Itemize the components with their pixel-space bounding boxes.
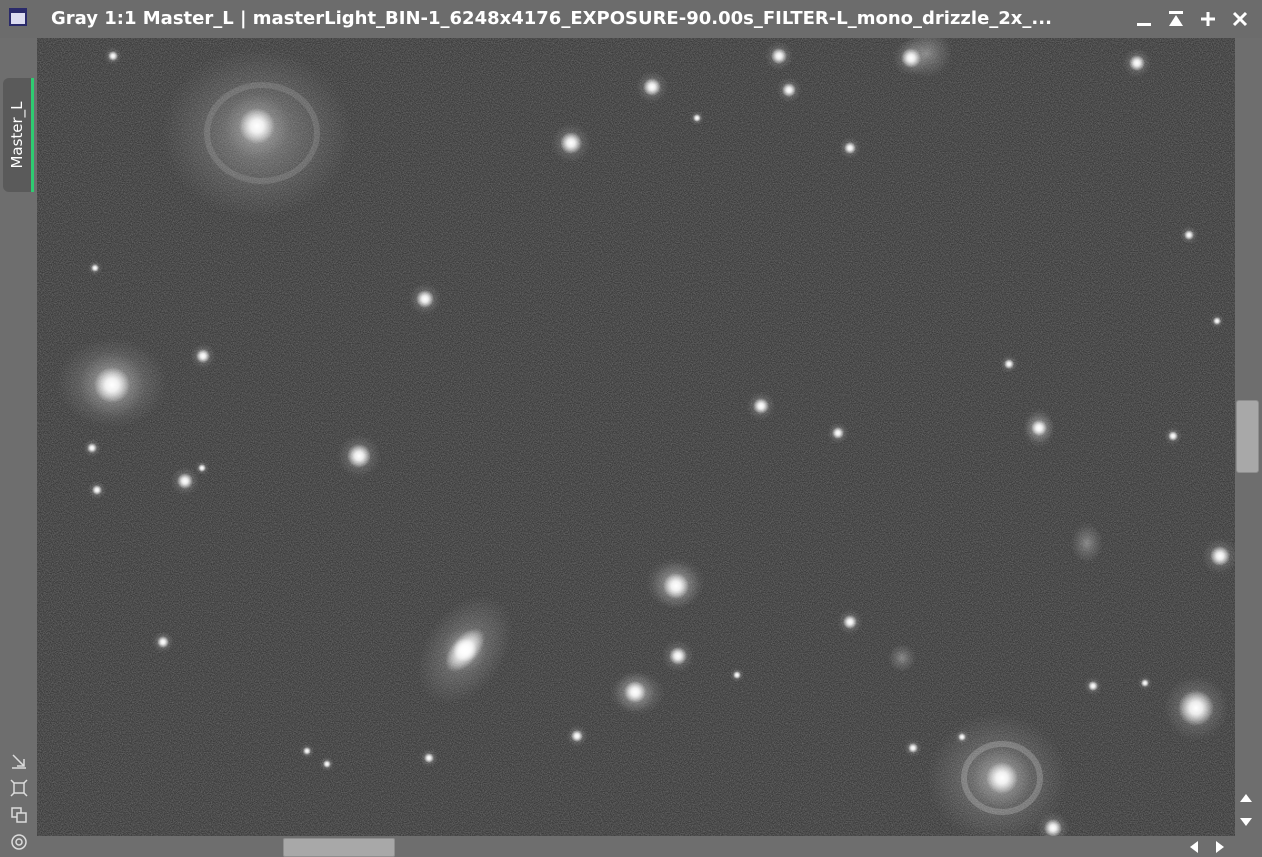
star — [198, 464, 206, 472]
star — [1088, 681, 1098, 691]
star — [908, 743, 918, 753]
star — [1178, 690, 1214, 726]
star — [844, 142, 856, 154]
star — [958, 733, 966, 741]
star — [87, 443, 97, 453]
star — [832, 427, 844, 439]
star — [1213, 317, 1221, 325]
shade-icon — [1169, 11, 1183, 26]
star — [239, 108, 275, 144]
scroll-left-button[interactable] — [1187, 840, 1201, 854]
minimize-icon — [1137, 23, 1151, 26]
star — [177, 473, 193, 489]
star — [91, 264, 99, 272]
star — [1004, 359, 1014, 369]
window-title: Gray 1:1 Master_L | masterLight_BIN-1_62… — [51, 8, 1052, 29]
star — [347, 444, 371, 468]
scroll-down-button[interactable] — [1238, 815, 1254, 829]
view-sidebar: Master_L — [0, 38, 37, 855]
astro-image — [37, 38, 1235, 836]
clone-button[interactable] — [9, 805, 29, 825]
star — [663, 573, 689, 599]
window-icon[interactable] — [9, 8, 27, 26]
resize-button[interactable] — [9, 751, 29, 771]
view-tab-master-l[interactable]: Master_L — [3, 78, 34, 192]
target-icon — [11, 834, 27, 850]
star — [416, 290, 434, 308]
minimize-button[interactable] — [1131, 6, 1157, 32]
galaxy-halo — [888, 644, 916, 672]
star — [571, 730, 583, 742]
scroll-up-button[interactable] — [1238, 791, 1254, 805]
close-button[interactable] — [1227, 6, 1253, 32]
star — [901, 48, 921, 68]
star — [624, 681, 646, 703]
star — [157, 636, 169, 648]
image-viewport[interactable] — [37, 38, 1235, 836]
star — [1129, 55, 1145, 71]
maximize-button[interactable] — [1195, 6, 1221, 32]
horizontal-scroll-thumb[interactable] — [283, 838, 395, 857]
star — [1031, 420, 1047, 436]
star — [1141, 679, 1149, 687]
fit-view-icon — [10, 779, 28, 797]
scroll-right-icon — [1216, 841, 1224, 853]
star — [560, 132, 582, 154]
shade-button[interactable] — [1163, 6, 1189, 32]
star — [92, 485, 102, 495]
star — [196, 349, 210, 363]
scroll-down-icon — [1240, 818, 1252, 826]
star — [693, 114, 701, 122]
star — [1210, 546, 1230, 566]
scroll-up-icon — [1240, 794, 1252, 802]
star — [669, 647, 687, 665]
clone-icon — [11, 807, 27, 823]
title-bar: Gray 1:1 Master_L | masterLight_BIN-1_62… — [0, 0, 1262, 38]
horizontal-scrollbar[interactable] — [37, 836, 1235, 855]
star — [108, 51, 118, 61]
star — [771, 48, 787, 64]
resize-icon — [12, 754, 26, 769]
star — [753, 398, 769, 414]
scroll-right-button[interactable] — [1213, 840, 1227, 854]
close-icon — [1232, 11, 1248, 27]
star — [424, 753, 434, 763]
star — [94, 367, 130, 403]
star — [1168, 431, 1178, 441]
star — [986, 762, 1018, 794]
galaxy-halo — [1071, 523, 1103, 563]
star — [782, 83, 796, 97]
star — [643, 78, 661, 96]
view-tab-label: Master_L — [8, 101, 26, 169]
star — [453, 638, 477, 662]
fit-view-button[interactable] — [9, 778, 29, 798]
maximize-icon — [1201, 12, 1215, 26]
star — [303, 747, 311, 755]
vertical-scroll-thumb[interactable] — [1236, 400, 1259, 473]
target-button[interactable] — [9, 832, 29, 852]
scroll-left-icon — [1190, 841, 1198, 853]
star — [323, 760, 331, 768]
star — [1184, 230, 1194, 240]
star — [733, 671, 741, 679]
star — [843, 615, 857, 629]
